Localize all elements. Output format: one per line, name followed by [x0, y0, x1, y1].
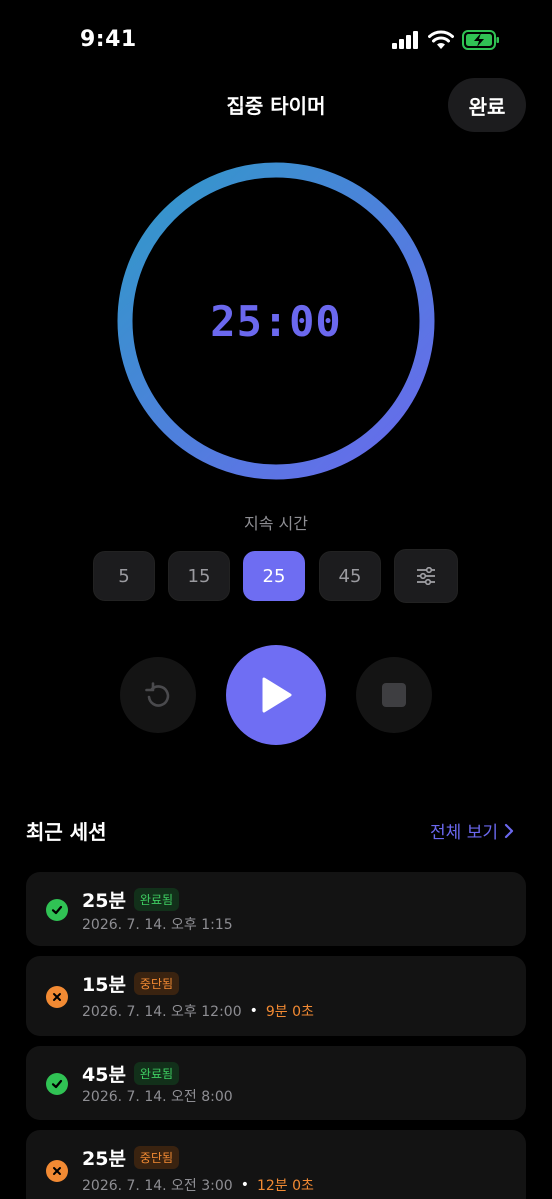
session-duration: 15분 — [82, 974, 126, 996]
see-all-link[interactable]: 전체 보기 — [430, 818, 514, 843]
completed-icon — [46, 899, 68, 921]
session-date: 2026. 7. 14. 오전 3:00 — [82, 1178, 233, 1194]
stopped-icon — [46, 986, 68, 1008]
play-button[interactable] — [226, 645, 326, 745]
session-header: 15분 중단됨 — [82, 970, 180, 997]
signal-icon — [392, 31, 418, 49]
session-card[interactable]: 15분 중단됨 2026. 7. 14. 오후 12:00 • 9분 0초 — [26, 956, 526, 1036]
session-duration: 25분 — [82, 1148, 126, 1170]
session-card[interactable]: 45분 완료됨 2026. 7. 14. 오전 8:00 — [26, 1046, 526, 1120]
done-button[interactable]: 완료 — [448, 78, 526, 132]
wifi-icon — [428, 30, 454, 49]
play-icon — [262, 677, 292, 713]
session-header: 45분 완료됨 — [82, 1060, 180, 1087]
duration-option-25[interactable]: 25 — [243, 551, 305, 601]
session-duration: 45분 — [82, 1064, 126, 1086]
reset-button[interactable] — [120, 657, 196, 733]
status-badge: 중단됨 — [133, 1146, 180, 1169]
session-card[interactable]: 25분 완료됨 2026. 7. 14. 오후 1:15 — [26, 872, 526, 946]
separator-dot: • — [240, 1177, 249, 1193]
custom-duration-button[interactable] — [394, 549, 458, 603]
status-icons — [392, 30, 500, 50]
session-date: 2026. 7. 14. 오전 8:00 — [82, 1089, 233, 1105]
session-elapsed: 9분 0초 — [265, 1004, 314, 1020]
duration-option-5[interactable]: 5 — [93, 551, 155, 601]
session-date: 2026. 7. 14. 오후 12:00 — [82, 1004, 242, 1020]
status-badge: 완료됨 — [133, 888, 180, 911]
session-meta: 2026. 7. 14. 오후 1:15 — [82, 914, 233, 934]
duration-option-15[interactable]: 15 — [168, 551, 230, 601]
duration-selector: 5 15 25 45 — [93, 549, 463, 603]
timer-ring: 25:00 — [117, 162, 435, 480]
session-header: 25분 완료됨 — [82, 886, 180, 913]
session-duration: 25분 — [82, 890, 126, 912]
session-meta: 2026. 7. 14. 오전 3:00 • 12분 0초 — [82, 1175, 314, 1195]
status-badge: 완료됨 — [133, 1062, 180, 1085]
stop-button[interactable] — [356, 657, 432, 733]
recent-sessions-title: 최근 세션 — [26, 820, 107, 844]
session-elapsed: 12분 0초 — [256, 1178, 314, 1194]
session-date: 2026. 7. 14. 오후 1:15 — [82, 917, 233, 933]
duration-option-45[interactable]: 45 — [319, 551, 381, 601]
battery-icon — [462, 30, 499, 50]
reset-icon — [145, 682, 170, 707]
duration-label: 지속 시간 — [244, 514, 308, 533]
session-header: 25분 중단됨 — [82, 1144, 180, 1171]
timer-display: 25:00 — [210, 296, 342, 346]
session-card[interactable]: 25분 중단됨 2026. 7. 14. 오전 3:00 • 12분 0초 — [26, 1130, 526, 1199]
see-all-label: 전체 보기 — [430, 823, 498, 843]
status-bar: 9:41 — [0, 0, 552, 84]
session-meta: 2026. 7. 14. 오후 12:00 • 9분 0초 — [82, 1001, 314, 1021]
session-meta: 2026. 7. 14. 오전 8:00 — [82, 1086, 233, 1106]
status-badge: 중단됨 — [133, 972, 180, 995]
stopped-icon — [46, 1160, 68, 1182]
stop-icon — [382, 683, 406, 707]
completed-icon — [46, 1073, 68, 1095]
status-time: 9:41 — [80, 27, 137, 52]
chevron-right-icon — [504, 823, 514, 838]
separator-dot: • — [249, 1003, 258, 1019]
sliders-icon — [417, 567, 435, 585]
